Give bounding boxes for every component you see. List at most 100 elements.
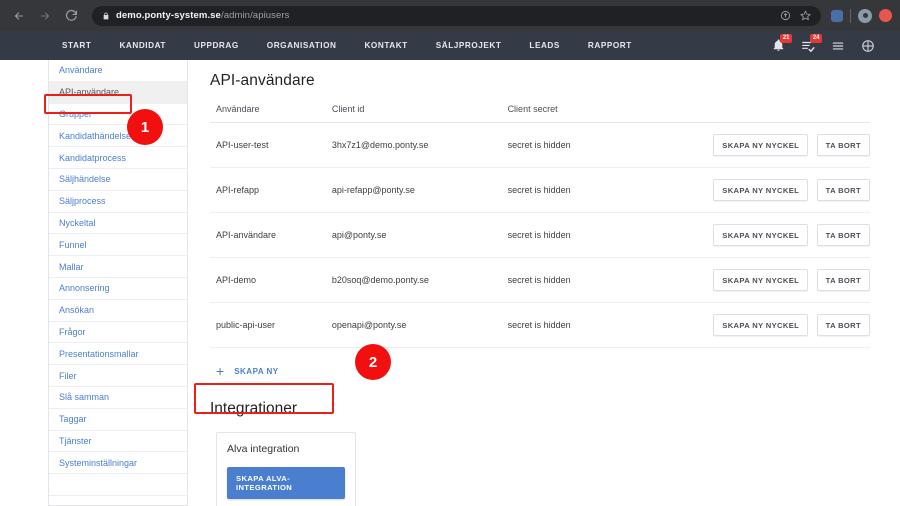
task-check-icon[interactable]: 24 bbox=[800, 38, 816, 54]
delete-button[interactable]: TA BORT bbox=[817, 179, 870, 201]
app-main-nav: START KANDIDAT UPPDRAG ORGANISATION KONT… bbox=[0, 31, 900, 60]
integrations-title: Integrationer bbox=[210, 400, 900, 418]
help-circle-icon[interactable] bbox=[860, 38, 876, 54]
nav-item-saljprojekt[interactable]: SÄLJPROJEKT bbox=[422, 41, 516, 50]
sidebar-item-sla-samman[interactable]: Slå samman bbox=[49, 387, 187, 409]
table-row: API-användare api@ponty.se secret is hid… bbox=[210, 213, 870, 258]
browser-right-controls bbox=[827, 9, 892, 23]
address-bar[interactable]: demo.ponty-system.se/admin/apiusers bbox=[92, 6, 821, 26]
tasks-badge: 24 bbox=[810, 34, 822, 43]
sidebar-item-anvandare[interactable]: Användare bbox=[49, 60, 187, 82]
delete-button[interactable]: TA BORT bbox=[817, 314, 870, 336]
api-users-table: Användare Client id Client secret API-us… bbox=[210, 104, 870, 348]
create-new-key-button[interactable]: SKAPA NY NYCKEL bbox=[713, 224, 808, 246]
sidebar-item-systeminstallningar[interactable]: Systeminställningar bbox=[49, 452, 187, 474]
create-new-key-button[interactable]: SKAPA NY NYCKEL bbox=[713, 269, 808, 291]
delete-button[interactable]: TA BORT bbox=[817, 134, 870, 156]
sidebar-item-funnel[interactable]: Funnel bbox=[49, 234, 187, 256]
bell-icon[interactable]: 21 bbox=[770, 38, 786, 54]
create-new-api-user-link[interactable]: + SKAPA NY bbox=[210, 364, 900, 378]
notifications-badge: 21 bbox=[780, 34, 792, 43]
info-circle-icon[interactable] bbox=[780, 10, 791, 21]
create-new-key-button[interactable]: SKAPA NY NYCKEL bbox=[713, 314, 808, 336]
sidebar-item-grupper[interactable]: Grupper bbox=[49, 104, 187, 126]
create-new-label: SKAPA NY bbox=[234, 367, 278, 376]
back-icon[interactable] bbox=[8, 5, 30, 27]
app-screen: demo.ponty-system.se/admin/apiusers STAR… bbox=[0, 0, 900, 506]
cell-actions: SKAPA NY NYCKEL TA BORT bbox=[701, 168, 870, 213]
col-header-anvandare: Användare bbox=[210, 104, 326, 123]
nav-item-rapport[interactable]: RAPPORT bbox=[574, 41, 646, 50]
profile-avatar-icon[interactable] bbox=[858, 9, 872, 23]
forward-icon[interactable] bbox=[34, 5, 56, 27]
col-header-client-id: Client id bbox=[326, 104, 502, 123]
main-content: API-användare Användare Client id Client… bbox=[188, 60, 900, 506]
annotation-marker-1: 1 bbox=[127, 109, 163, 145]
sidebar-item-tjanster[interactable]: Tjänster bbox=[49, 431, 187, 453]
cell-actions: SKAPA NY NYCKEL TA BORT bbox=[701, 258, 870, 303]
page-title: API-användare bbox=[210, 72, 900, 90]
star-icon[interactable] bbox=[800, 10, 811, 21]
sidebar-item-mallar[interactable]: Mallar bbox=[49, 256, 187, 278]
sidebar-item-annonsering[interactable]: Annonsering bbox=[49, 278, 187, 300]
app-nav-actions: 21 24 bbox=[770, 38, 886, 54]
table-row: API-refapp api-refapp@ponty.se secret is… bbox=[210, 168, 870, 213]
sidebar-item-api-anvandare[interactable]: API-användare bbox=[49, 82, 187, 104]
nav-item-leads[interactable]: LEADS bbox=[515, 41, 574, 50]
cell-user: API-refapp bbox=[210, 168, 326, 213]
sidebar-item-saljprocess[interactable]: Säljprocess bbox=[49, 191, 187, 213]
create-new-key-button[interactable]: SKAPA NY NYCKEL bbox=[713, 179, 808, 201]
cell-client-id: api@ponty.se bbox=[326, 213, 502, 258]
cell-client-secret: secret is hidden bbox=[502, 303, 702, 348]
cell-user: public-api-user bbox=[210, 303, 326, 348]
cell-client-id: 3hx7z1@demo.ponty.se bbox=[326, 123, 502, 168]
list-icon[interactable] bbox=[830, 38, 846, 54]
nav-item-start[interactable]: START bbox=[48, 41, 105, 50]
url-path: /admin/apiusers bbox=[221, 10, 290, 21]
cell-client-id: b20soq@demo.ponty.se bbox=[326, 258, 502, 303]
table-row: public-api-user openapi@ponty.se secret … bbox=[210, 303, 870, 348]
delete-button[interactable]: TA BORT bbox=[817, 269, 870, 291]
admin-sidebar: Användare API-användare Grupper Kandidat… bbox=[48, 60, 188, 506]
col-header-client-secret: Client secret bbox=[502, 104, 702, 123]
table-row: API-user-test 3hx7z1@demo.ponty.se secre… bbox=[210, 123, 870, 168]
cell-actions: SKAPA NY NYCKEL TA BORT bbox=[701, 213, 870, 258]
sidebar-item-kandidathandelse[interactable]: Kandidathändelse bbox=[49, 125, 187, 147]
cell-client-secret: secret is hidden bbox=[502, 213, 702, 258]
cell-user: API-user-test bbox=[210, 123, 326, 168]
cell-client-secret: secret is hidden bbox=[502, 258, 702, 303]
sidebar-item-fragor[interactable]: Frågor bbox=[49, 322, 187, 344]
sidebar-item-presentationsmallar[interactable]: Presentationsmallar bbox=[49, 343, 187, 365]
close-circle-icon[interactable] bbox=[879, 9, 892, 22]
sidebar-item-ansokan[interactable]: Ansökan bbox=[49, 300, 187, 322]
sidebar-item-filer[interactable]: Filer bbox=[49, 365, 187, 387]
create-new-key-button[interactable]: SKAPA NY NYCKEL bbox=[713, 134, 808, 156]
sidebar-item-saljhandelse[interactable]: Säljhändelse bbox=[49, 169, 187, 191]
sidebar-item-nyckeltal[interactable]: Nyckeltal bbox=[49, 213, 187, 235]
lock-icon bbox=[102, 12, 110, 20]
cell-client-id: openapi@ponty.se bbox=[326, 303, 502, 348]
nav-item-organisation[interactable]: ORGANISATION bbox=[253, 41, 351, 50]
toolbar-divider bbox=[850, 9, 851, 23]
create-alva-integration-button[interactable]: SKAPA ALVA-INTEGRATION bbox=[227, 467, 345, 499]
cell-client-secret: secret is hidden bbox=[502, 168, 702, 213]
delete-button[interactable]: TA BORT bbox=[817, 224, 870, 246]
cell-actions: SKAPA NY NYCKEL TA BORT bbox=[701, 303, 870, 348]
browser-toolbar: demo.ponty-system.se/admin/apiusers bbox=[0, 0, 900, 31]
alva-integration-title: Alva integration bbox=[227, 443, 345, 455]
url-host: demo.ponty-system.se bbox=[116, 10, 221, 21]
col-header-actions bbox=[701, 104, 870, 123]
cell-user: API-demo bbox=[210, 258, 326, 303]
nav-item-kandidat[interactable]: KANDIDAT bbox=[105, 41, 180, 50]
annotation-marker-2: 2 bbox=[355, 344, 391, 380]
reload-icon[interactable] bbox=[60, 5, 82, 27]
sidebar-item-taggar[interactable]: Taggar bbox=[49, 409, 187, 431]
alva-integration-card: Alva integration SKAPA ALVA-INTEGRATION bbox=[216, 432, 356, 506]
cell-user: API-användare bbox=[210, 213, 326, 258]
sidebar-item-kandidatprocess[interactable]: Kandidatprocess bbox=[49, 147, 187, 169]
sidebar-item-truncated[interactable] bbox=[49, 474, 187, 496]
extension-icon[interactable] bbox=[831, 10, 843, 22]
nav-item-kontakt[interactable]: KONTAKT bbox=[350, 41, 421, 50]
nav-item-uppdrag[interactable]: UPPDRAG bbox=[180, 41, 253, 50]
cell-actions: SKAPA NY NYCKEL TA BORT bbox=[701, 123, 870, 168]
